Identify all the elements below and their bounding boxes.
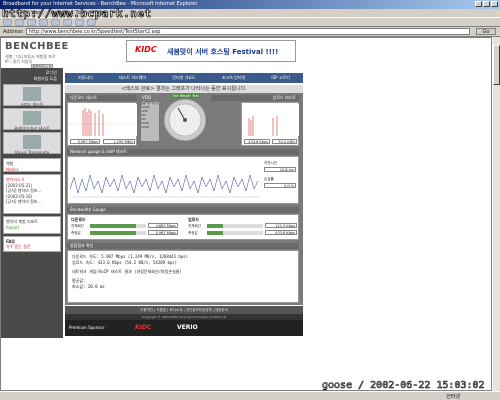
bw-up-head: 업로드 xyxy=(188,217,200,222)
news-box: 벤치비소식 (2002-05-21) [공지] 벤치비 정보... (2002-… xyxy=(3,174,61,214)
bw-up-avg-value: 433.6 Kbps xyxy=(265,230,297,235)
latency-value: 20.8 ms xyxy=(264,167,296,172)
loss-label: 손실률 xyxy=(264,177,274,181)
result-line: 최소값: 20.8 ms xyxy=(72,284,105,289)
sidebar-line-test[interactable]: 클레이어 회선 테스트 xyxy=(3,108,61,131)
upload-kbs: 54.2 KB/s xyxy=(272,139,297,144)
result-header: 종합결과 확인 xyxy=(67,243,299,249)
bandwidth-header: Bandwidth Gauge xyxy=(67,207,299,213)
sidebar-traceroute[interactable]: Visual Traceroute xyxy=(3,132,61,155)
notice-box[interactable]: 체험 Notice xyxy=(3,158,61,172)
main-nav: 커뮤니티 테스트 하드웨어 인터넷 가요도 초고속 인터넷 ISP 고르기 xyxy=(65,73,303,83)
nav-community[interactable]: 커뮤니티 xyxy=(78,75,93,81)
sponsor-bar: Premium Sponsor : KIDC VERIO xyxy=(65,320,303,336)
ad-banner[interactable]: KIDC 새봄맞이 서버 호스팅 Festival !!!! xyxy=(126,40,296,62)
close-button[interactable] xyxy=(491,1,498,7)
bw-up-total-value: 121.5 Kbps xyxy=(265,223,297,228)
address-field[interactable]: http://www.benchbee.co.kr/Speedtest/Test… xyxy=(25,28,470,35)
bw-down-head: 다운로드 xyxy=(71,217,86,222)
news2-link[interactable]: [공지] 벤치비 정보... xyxy=(6,199,58,205)
capacity-label: VDD Capacity xyxy=(142,95,160,106)
download-mbs: 1.290 MB/s xyxy=(103,139,135,144)
sidebar-traceroute-label: Visual Traceroute xyxy=(14,150,50,155)
gauge-note: The Whole xyxy=(171,94,192,98)
report-box[interactable]: 벤치비 체험 리포트 Report xyxy=(3,216,61,234)
bw-up-total-track xyxy=(207,224,263,228)
nav-broadband[interactable]: 초고속 인터넷 xyxy=(222,75,245,81)
upload-graph-svg xyxy=(243,104,299,136)
gauge-test: Test xyxy=(191,94,200,98)
speedtest-panel: <테스트 완료> 결과는 그래프가 나타나는 동안 표시됩니다. 다운로드 테스… xyxy=(65,85,303,305)
browser-viewport: BENCHBEE 레벨 : 미니포털서 체험중 포르 IP : 경기 지원지 회… xyxy=(0,37,492,391)
bw-up-total-label: 전체회선 xyxy=(188,224,201,228)
banner-brand: KIDC xyxy=(135,45,157,54)
scroll-thumb[interactable] xyxy=(493,45,500,85)
loss-value: 0.0 % xyxy=(264,183,296,188)
user-info: 레벨 : 미니포털서 체험중 포르 IP : 경기 지원지 xyxy=(5,54,56,64)
gauge-dial-svg xyxy=(163,98,207,142)
nav-isp[interactable]: ISP 고르기 xyxy=(271,75,289,81)
sidebar: 로그인 회원가입 도움 스피드 테스트 클레이어 회선 테스트 Visual T… xyxy=(1,68,63,338)
security-zone: 인터넷 xyxy=(446,394,460,400)
sidebar-menu-join[interactable]: 회원가입 도움 xyxy=(3,76,61,82)
faq-box[interactable]: FAQ 자주 묻는 질문 xyxy=(3,236,61,252)
download-mbps: 5.987 Mbps xyxy=(70,139,100,144)
bw-down-avg-track xyxy=(90,231,146,235)
faq-sub: 자주 묻는 질문 xyxy=(6,244,31,249)
upload-kbps: 433.6 Kbps xyxy=(244,139,270,144)
hand-pointer-icon xyxy=(23,87,41,101)
network-header: Network gauge & VoIP 테스트 xyxy=(67,149,299,155)
bw-down-avg-value: 5.987 Mbps xyxy=(148,230,178,235)
bw-down-total-track xyxy=(90,224,146,228)
bw-down-total-label: 전체회선 xyxy=(71,224,84,228)
address-bar: Address http://www.benchbee.co.kr/Speedt… xyxy=(0,27,500,37)
minimize-button[interactable] xyxy=(475,1,482,7)
bw-down-total-value: 4.883 Mbps xyxy=(148,223,178,228)
go-button[interactable]: Go xyxy=(476,28,496,35)
sponsor-kidc[interactable]: KIDC xyxy=(135,324,151,331)
status-bar: 인터넷 xyxy=(0,391,500,400)
sidebar-speedtest[interactable]: 스피드 테스트 xyxy=(3,84,61,107)
vertical-scrollbar[interactable] xyxy=(492,37,500,391)
test-status-message: <테스트 완료> 결과는 그래프가 나타나는 동안 표시됩니다. xyxy=(65,85,303,93)
bw-down-avg-fill xyxy=(90,231,136,235)
bw-up-total-fill xyxy=(207,224,223,228)
result-textbox[interactable]: 다운로드 속도: 5.987 Mbps (1.249 MB/s, 1268443… xyxy=(67,250,299,303)
nav-test[interactable]: 테스트 하드웨어 xyxy=(119,75,146,81)
download-header: 다운로드 테스트 xyxy=(67,95,137,101)
notice-sub: Notice xyxy=(6,167,19,172)
upload-graph: 433.6 Kbps 54.2 KB/s xyxy=(241,102,299,146)
bw-up-avg-label: 측정값 xyxy=(188,231,198,235)
upload-header: 업로드 테스트 xyxy=(211,95,299,101)
site-logo[interactable]: BENCHBEE xyxy=(5,41,69,52)
sponsor-label: Premium Sponsor : xyxy=(69,325,107,330)
result-line: 업로드 속도: 433.6 Kbps (54.2 KB/s, 54209 bps… xyxy=(72,260,178,265)
latency-label: 지연시간 xyxy=(264,161,277,165)
timestamp-overlay: goose / 2002-06-22 15:03:02 xyxy=(322,380,485,392)
bw-up-avg-fill xyxy=(207,231,223,235)
speed-gauge: The Whole Test xyxy=(161,94,209,142)
nav-ranking[interactable]: 인터넷 가요도 xyxy=(172,75,195,81)
footer-links[interactable]: 이용약관 | 도움말 | 회사소개 | 개인정보보호정책 | 제휴문의 xyxy=(65,306,303,314)
maximize-button[interactable] xyxy=(483,1,490,7)
report-label: Report xyxy=(6,225,20,230)
network-card-icon xyxy=(23,111,41,125)
network-graph: 지연시간 20.8 ms 손실률 0.0 % xyxy=(67,156,299,204)
result-line: 네트워크 게임/VoIP 테스트 결과 (파킹문제회선/파킹손실율) xyxy=(72,269,182,274)
window-controls xyxy=(475,1,498,7)
bandwidth-panel: 다운로드 전체회선 4.883 Mbps 측정값 5.987 Mbps 업로드 … xyxy=(67,214,299,240)
bw-up-avg-track xyxy=(207,231,263,235)
banner-text: 새봄맞이 서버 호스팅 Festival !!!! xyxy=(167,48,279,56)
network-graph-svg xyxy=(70,159,260,203)
sponsor-verio[interactable]: VERIO xyxy=(177,324,198,331)
bw-down-total-fill xyxy=(90,224,136,228)
download-graph: 5.987 Mbps 1.290 MB/s xyxy=(67,102,137,146)
download-graph-svg xyxy=(69,104,137,136)
traceroute-icon xyxy=(23,135,41,149)
address-label: Address xyxy=(3,28,23,35)
watermark: http://www.bcpark.net xyxy=(2,7,152,21)
capacity-scale: 100M 10M 5M 1M 500K 100K xyxy=(141,105,159,141)
capacity-level: 100K xyxy=(141,125,149,129)
bw-down-avg-label: 측정값 xyxy=(71,231,81,235)
